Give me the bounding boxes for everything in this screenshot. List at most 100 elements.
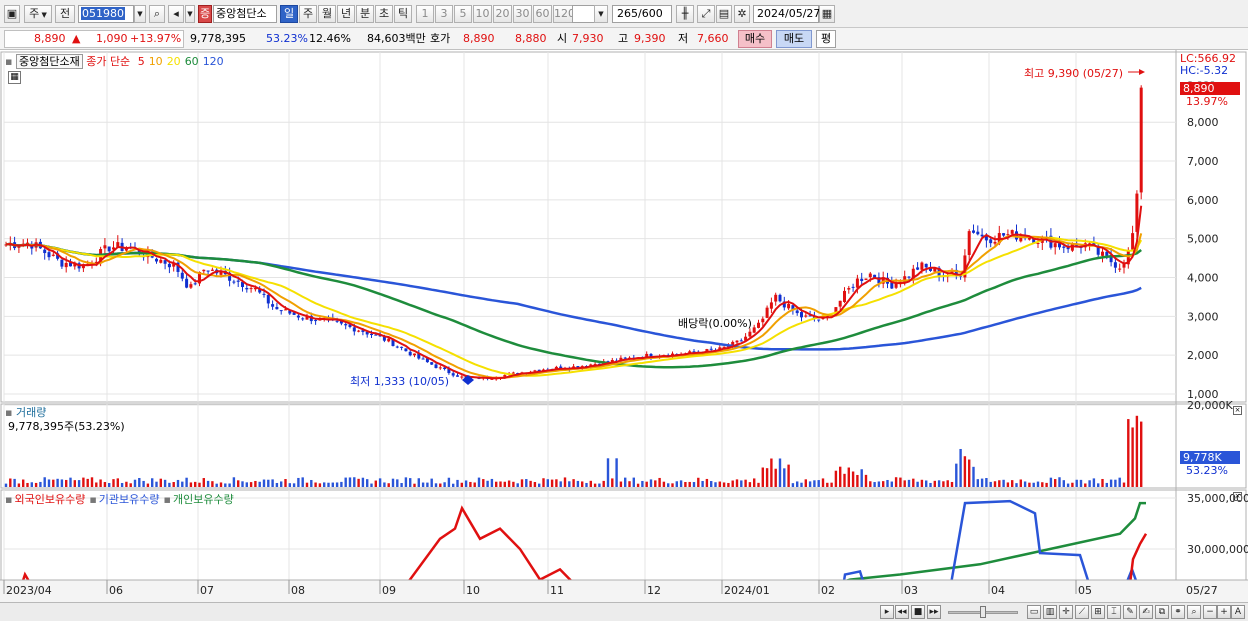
eval-button[interactable]: 평	[816, 30, 836, 48]
ma-period-label[interactable]: 10	[149, 55, 163, 68]
period-selector[interactable]: 주 ▼	[24, 5, 52, 23]
timeframe-button[interactable]: 일	[280, 5, 298, 23]
interval-button[interactable]: 60	[533, 5, 552, 23]
font-size-icon[interactable]: A	[1231, 605, 1245, 619]
volume-bar	[172, 482, 175, 487]
sell-button[interactable]: 매도	[776, 30, 812, 48]
prev-button[interactable]: 전	[55, 5, 75, 23]
volume-bar	[189, 482, 193, 487]
stock-name-field[interactable]: 중앙첨단소	[213, 5, 277, 23]
ma-period-label[interactable]: 20	[167, 55, 181, 68]
count-input[interactable]: 265/600	[612, 5, 672, 23]
timeframe-button[interactable]: 분	[356, 5, 374, 23]
ma-period-label[interactable]: 60	[185, 55, 199, 68]
holding-legend-item[interactable]: 개인보유수량	[173, 493, 234, 506]
speaker-icon[interactable]: ◂	[168, 5, 184, 23]
link-icon[interactable]: ⚭	[1171, 605, 1185, 619]
hoga-buy: 8,880	[515, 32, 547, 45]
pen-icon[interactable]: ✍	[1139, 605, 1153, 619]
holding-legend-item[interactable]: 외국인보유수량	[14, 493, 85, 506]
code-input[interactable]: 051980	[78, 5, 134, 23]
save-icon[interactable]: ▤	[716, 5, 732, 23]
period-label: 주	[29, 7, 40, 20]
volume-bar	[757, 482, 760, 487]
crosshair-icon[interactable]: ✛	[1059, 605, 1073, 619]
volume-bar	[950, 481, 954, 487]
volume-bar	[692, 482, 696, 487]
zoom-out-icon[interactable]: −	[1203, 605, 1217, 619]
grid-icon[interactable]: ⊞	[1091, 605, 1105, 619]
volume-bar	[559, 481, 562, 487]
panel-bullet-icon: ▪	[89, 493, 97, 506]
fast-forward-icon[interactable]: ▸▸	[927, 605, 941, 619]
volume-bar	[619, 481, 623, 487]
trend-line-icon[interactable]: ⟋	[1075, 605, 1089, 619]
interval-button[interactable]: 20	[493, 5, 512, 23]
chart-canvas[interactable]: 8,0007,0006,0005,0004,0003,0002,0001,000…	[0, 50, 1248, 602]
interval-button[interactable]: 30	[513, 5, 532, 23]
timeframe-button[interactable]: 주	[299, 5, 317, 23]
draw-icon[interactable]: ✎	[1123, 605, 1137, 619]
interval-button[interactable]: 5	[454, 5, 472, 23]
volume-bar	[232, 477, 236, 487]
timeframe-button[interactable]: 년	[337, 5, 355, 23]
volume-bar	[1041, 482, 1044, 487]
timeframe-button[interactable]: 틱	[394, 5, 412, 23]
window-layout-icon[interactable]: ▣	[4, 5, 20, 23]
volume-bar	[851, 471, 855, 487]
candle-body	[778, 294, 782, 302]
candle-body	[210, 269, 214, 271]
zoom-in-icon[interactable]: +	[1217, 605, 1231, 619]
ma-period-label[interactable]: 5	[138, 55, 145, 68]
code-dropdown-icon[interactable]: ▼	[134, 5, 146, 23]
count-max: /600	[638, 7, 663, 20]
stop-icon[interactable]: ■	[911, 605, 925, 619]
interval-dropdown-icon[interactable]: ▼	[594, 5, 608, 23]
search-icon[interactable]: ⌕	[149, 5, 165, 23]
measure-icon[interactable]: ⌶	[1107, 605, 1121, 619]
zoom-icon[interactable]: ⌕	[1187, 605, 1201, 619]
layout-icon[interactable]: ▥	[1043, 605, 1057, 619]
volume-bar	[727, 482, 730, 487]
volume-bar	[662, 481, 666, 487]
volume-bar	[684, 482, 687, 487]
candle-type-icon[interactable]: ╫	[676, 5, 694, 23]
speaker-dropdown-icon[interactable]: ▼	[185, 5, 195, 23]
gear-icon[interactable]: ✲	[734, 5, 750, 23]
volume-bar	[211, 481, 214, 487]
interval-button[interactable]: 3	[435, 5, 453, 23]
volume-bar	[348, 477, 352, 487]
copy-icon[interactable]: ⧉	[1155, 605, 1169, 619]
volume-bar	[60, 479, 64, 487]
rewind-icon[interactable]: ◂◂	[895, 605, 909, 619]
candle-body	[344, 324, 348, 326]
scroll-right-icon[interactable]: ▸	[880, 605, 894, 619]
timeframe-button[interactable]: 초	[375, 5, 393, 23]
candle-body	[623, 357, 627, 359]
buy-button[interactable]: 매수	[738, 30, 772, 48]
chart-area[interactable]: 8,000 7,000 6,000 5,000 4,000 3,000 2,000 1,000…	[0, 50, 1248, 602]
table-icon[interactable]: ▦	[8, 71, 21, 84]
date-input[interactable]: 2024/05/27	[753, 5, 820, 23]
volume-bar	[69, 477, 72, 487]
calendar-icon[interactable]: ▦	[819, 5, 835, 23]
volume-bar	[675, 481, 678, 487]
volume-bar	[598, 483, 601, 487]
zoom-slider-thumb[interactable]	[980, 606, 986, 618]
ma-period-label[interactable]: 120	[203, 55, 224, 68]
volume-bar	[288, 483, 291, 487]
timeframe-button[interactable]: 월	[318, 5, 336, 23]
interval-button[interactable]: 10	[473, 5, 492, 23]
candle-body	[511, 372, 515, 374]
interval-button[interactable]: 1	[416, 5, 434, 23]
quote-info-bar: 8,890 ▲ 1,090 +13.97% 9,778,395 53.23% 1…	[0, 28, 1248, 50]
holding-legend-item[interactable]: 기관보유수량	[99, 493, 160, 506]
close-icon[interactable]: ×	[1233, 492, 1242, 501]
draw-tool-icon[interactable]: ⤢	[697, 5, 715, 23]
candle-body	[752, 327, 756, 333]
chart-type-icon[interactable]: ▭	[1027, 605, 1041, 619]
close-icon[interactable]: ×	[1233, 406, 1242, 415]
stock-tag[interactable]: 중앙첨단소재	[15, 54, 83, 69]
price-panel-header: ▪ 중앙첨단소재 종가 단순 5 10 20 60 120	[5, 53, 224, 69]
volume-bar	[787, 464, 790, 487]
